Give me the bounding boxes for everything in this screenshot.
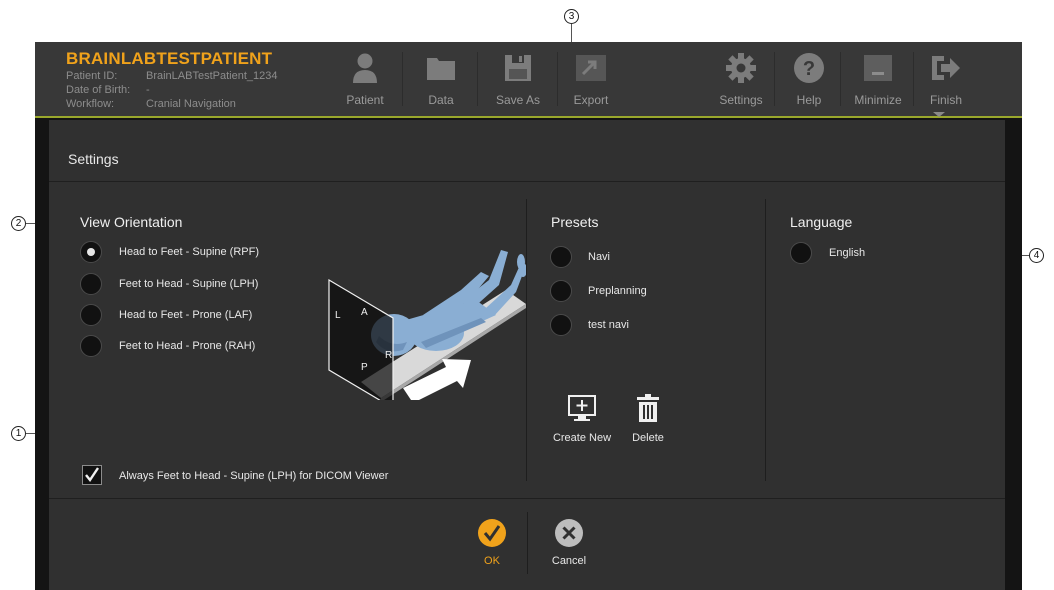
callout-marker: 4 (1029, 248, 1044, 263)
close-circle-icon (555, 519, 583, 547)
finish-button[interactable]: Finish (921, 50, 971, 108)
ok-button[interactable]: OK (467, 516, 517, 572)
gear-icon (721, 50, 761, 86)
illustration-letter: P (361, 362, 368, 373)
workflow-row: Workflow: Cranial Navigation (66, 98, 236, 111)
dicom-viewer-checkbox-label: Always Feet to Head - Supine (LPH) for D… (119, 470, 389, 482)
view-orientation-title: View Orientation (80, 214, 183, 230)
folder-icon (421, 50, 461, 86)
divider (526, 199, 527, 481)
orientation-radio-ffs[interactable] (80, 273, 102, 295)
checkmark-icon (85, 467, 99, 483)
patient-id-label: Patient ID: (66, 70, 118, 82)
patient-button[interactable]: Patient (333, 50, 397, 108)
exit-arrow-icon (926, 50, 966, 86)
callout-marker: 2 (11, 216, 26, 231)
preset-label: test navi (588, 319, 629, 331)
help-icon: ? (789, 50, 829, 86)
orientation-label: Feet to Head - Prone (RAH) (119, 340, 256, 352)
settings-button-label: Settings (719, 93, 763, 107)
illustration-letter: L (335, 310, 341, 321)
minimize-icon (858, 50, 898, 86)
trash-icon (637, 394, 659, 422)
monitor-add-icon (568, 395, 596, 421)
delete-label: Delete (632, 432, 664, 444)
settings-dialog: Settings View Orientation Head to Feet -… (49, 120, 1005, 590)
minimize-button[interactable]: Minimize (848, 50, 908, 108)
dob-label: Date of Birth: (66, 84, 131, 96)
settings-button[interactable]: Settings (713, 50, 769, 108)
orientation-radio-ffp[interactable] (80, 335, 102, 357)
data-button[interactable]: Data (411, 50, 471, 108)
help-button[interactable]: ? Help (784, 50, 834, 108)
language-title: Language (790, 214, 853, 230)
application-window: BRAINLABTESTPATIENT Patient ID: BrainLABT… (35, 42, 1022, 590)
save-as-button[interactable]: Save As (486, 50, 550, 108)
divider (765, 199, 766, 481)
person-icon (345, 50, 385, 86)
divider (527, 512, 528, 574)
create-new-label: Create New (552, 432, 612, 444)
dob-row: Date of Birth: - (66, 84, 150, 97)
finish-dropdown-arrow (933, 112, 945, 117)
orientation-radio-hfp[interactable] (80, 304, 102, 326)
cancel-label: Cancel (551, 555, 587, 567)
presets-title: Presets (551, 214, 599, 230)
export-button[interactable]: Export (566, 50, 616, 108)
minimize-button-label: Minimize (854, 93, 902, 107)
dob-value: - (146, 84, 150, 96)
divider (49, 498, 1005, 499)
checkmark-circle-icon (478, 519, 506, 547)
data-button-label: Data (428, 93, 454, 107)
preset-label: Navi (588, 251, 611, 263)
finish-button-label: Finish (929, 93, 962, 107)
orientation-label: Head to Feet - Supine (RPF) (119, 246, 260, 258)
orientation-label: Feet to Head - Supine (LPH) (119, 278, 259, 290)
export-icon (571, 50, 611, 86)
create-new-button[interactable]: Create New (549, 392, 615, 444)
orientation-label: Head to Feet - Prone (LAF) (119, 309, 253, 321)
workflow-value: Cranial Navigation (146, 98, 236, 110)
cancel-button[interactable]: Cancel (544, 516, 594, 572)
preset-radio-test-navi[interactable] (550, 314, 572, 336)
dialog-title: Settings (68, 151, 119, 167)
ok-label: OK (484, 555, 500, 567)
preset-radio-navi[interactable] (550, 246, 572, 268)
language-radio-english[interactable] (790, 242, 812, 264)
divider (49, 181, 1005, 182)
patient-id-value: BrainLABTestPatient_1234 (146, 70, 278, 82)
orientation-radio-hfs[interactable] (80, 241, 102, 263)
help-button-label: Help (796, 93, 822, 107)
preset-label: Preplanning (588, 285, 647, 297)
floppy-disk-icon (498, 50, 538, 86)
save-as-button-label: Save As (495, 93, 541, 107)
illustration-letter: R (385, 350, 392, 361)
patient-name: BRAINLABTESTPATIENT (66, 49, 273, 68)
patient-header: BRAINLABTESTPATIENT Patient ID: BrainLABT… (35, 42, 1022, 118)
patient-button-label: Patient (346, 93, 384, 107)
workflow-label: Workflow: (66, 98, 115, 110)
export-button-label: Export (573, 93, 609, 107)
svg-text:?: ? (803, 58, 815, 80)
illustration-letter: A (361, 307, 368, 318)
language-label: English (829, 247, 866, 259)
preset-radio-preplanning[interactable] (550, 280, 572, 302)
dicom-viewer-checkbox[interactable] (82, 465, 102, 485)
callout-marker: 1 (11, 426, 26, 441)
delete-button[interactable]: Delete (623, 392, 673, 444)
patient-id-row: Patient ID: BrainLABTestPatient_1234 (66, 70, 277, 83)
patient-orientation-illustration: L A P R (328, 250, 526, 400)
callout-marker: 3 (564, 9, 579, 24)
